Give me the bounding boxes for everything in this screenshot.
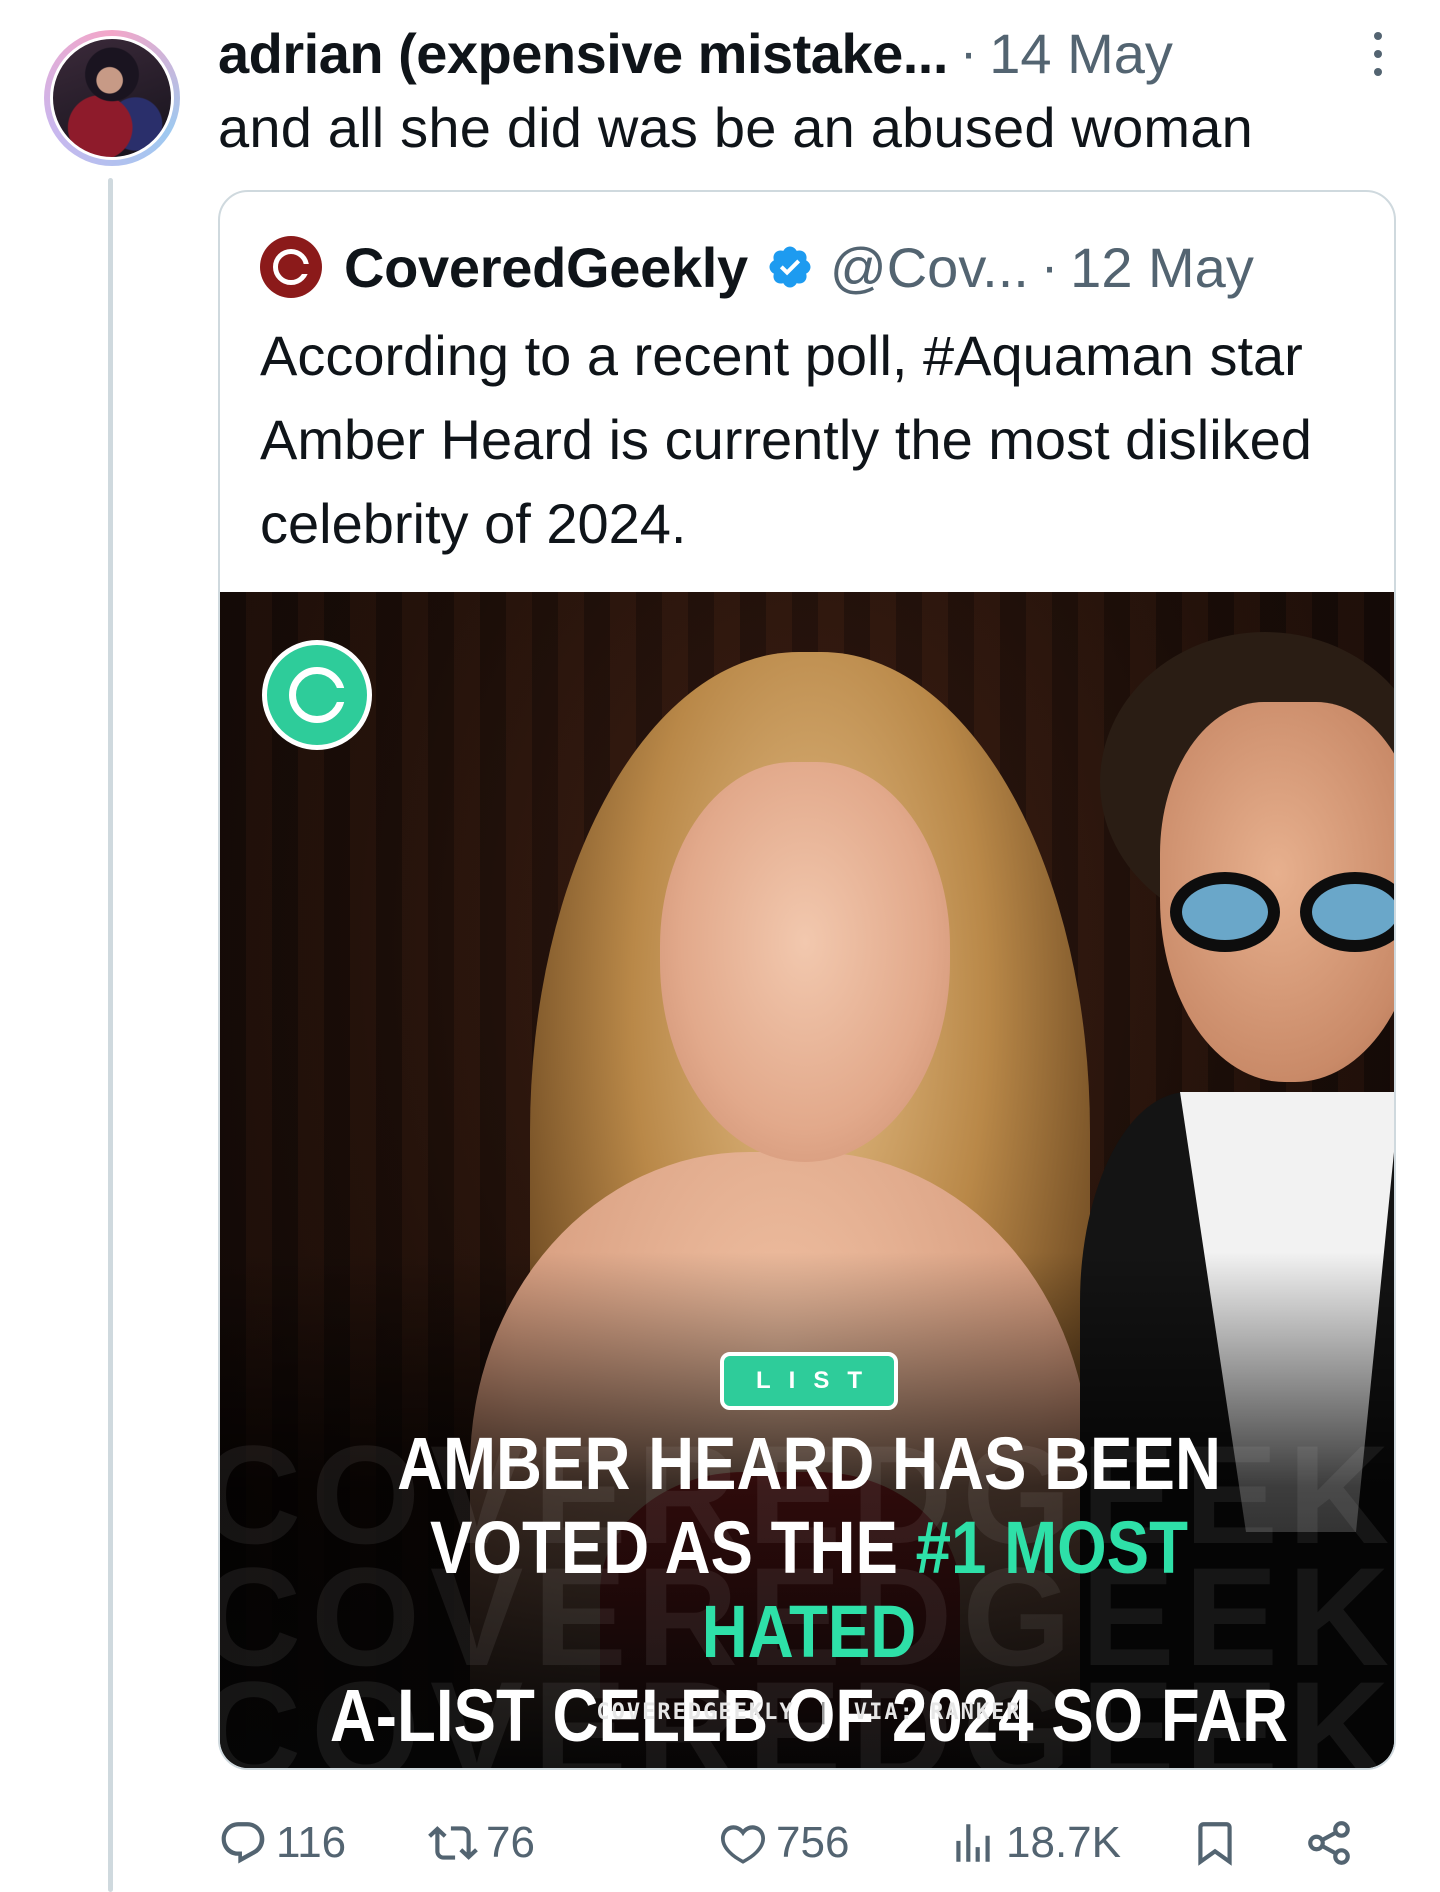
quoted-display-name[interactable]: CoveredGeekly (344, 235, 748, 300)
list-badge: LIST (720, 1352, 898, 1410)
like-button[interactable]: 756 (718, 1818, 849, 1868)
headline-line-1: AMBER HEARD HAS BEEN (397, 1422, 1221, 1505)
headline-line-2: VOTED AS THE #1 MOST HATED (430, 1506, 1188, 1673)
media-footer: COVEREDGEEKLY | VIA: RANKER (596, 1700, 1022, 1725)
views-icon (956, 1824, 990, 1862)
repost-count: 76 (486, 1818, 535, 1867)
thread-line (108, 178, 113, 1892)
share-icon (1308, 1821, 1350, 1865)
reply-button[interactable]: 116 (218, 1818, 346, 1868)
views-count: 18.7K (1006, 1818, 1121, 1867)
quoted-handle[interactable]: @Cov... (830, 235, 1029, 300)
tweet-header: adrian (expensive mistake... · 14 May (218, 18, 1388, 88)
quoted-avatar[interactable] (260, 236, 322, 298)
quoted-media-image[interactable]: COVEREDGEEKLY COVEREDGEEKLY COVEREDGEEKL… (220, 592, 1394, 1768)
views-button[interactable]: 18.7K (948, 1818, 1121, 1868)
like-icon (721, 1825, 765, 1864)
quoted-tweet[interactable]: CoveredGeekly @Cov... · 12 May According… (218, 190, 1396, 1770)
tweet[interactable]: adrian (expensive mistake... · 14 May an… (0, 0, 1440, 1892)
quoted-tweet-header: CoveredGeekly @Cov... · 12 May (260, 234, 1370, 300)
bookmark-button[interactable] (1190, 1818, 1248, 1868)
more-icon[interactable] (1368, 32, 1388, 76)
avatar-image (50, 36, 174, 160)
footer-via: VIA: RANKER (853, 1700, 1022, 1725)
tweet-actions: 116 76 756 18.7K (218, 1808, 1418, 1878)
tweet-date[interactable]: 14 May (989, 21, 1173, 86)
quoted-date[interactable]: 12 May (1070, 235, 1254, 300)
reply-count: 116 (276, 1818, 347, 1867)
quoted-tweet-text: According to a recent poll, #Aquaman sta… (260, 324, 1312, 555)
repost-icon (428, 1826, 478, 1860)
display-name[interactable]: adrian (expensive mistake... (218, 21, 948, 86)
reply-icon (221, 1822, 265, 1864)
separator-dot: · (1040, 238, 1059, 296)
footer-source: COVEREDGEEKLY (596, 1700, 795, 1725)
like-count: 756 (776, 1818, 850, 1867)
repost-button[interactable]: 76 (428, 1818, 535, 1868)
avatar[interactable] (44, 30, 180, 166)
tweet-text: and all she did was be an abused woman (218, 96, 1253, 159)
share-button[interactable] (1304, 1818, 1362, 1868)
bookmark-icon (1198, 1822, 1232, 1866)
verified-icon (769, 246, 811, 288)
separator-dot: · (959, 24, 978, 82)
brand-logo-icon (262, 640, 372, 750)
